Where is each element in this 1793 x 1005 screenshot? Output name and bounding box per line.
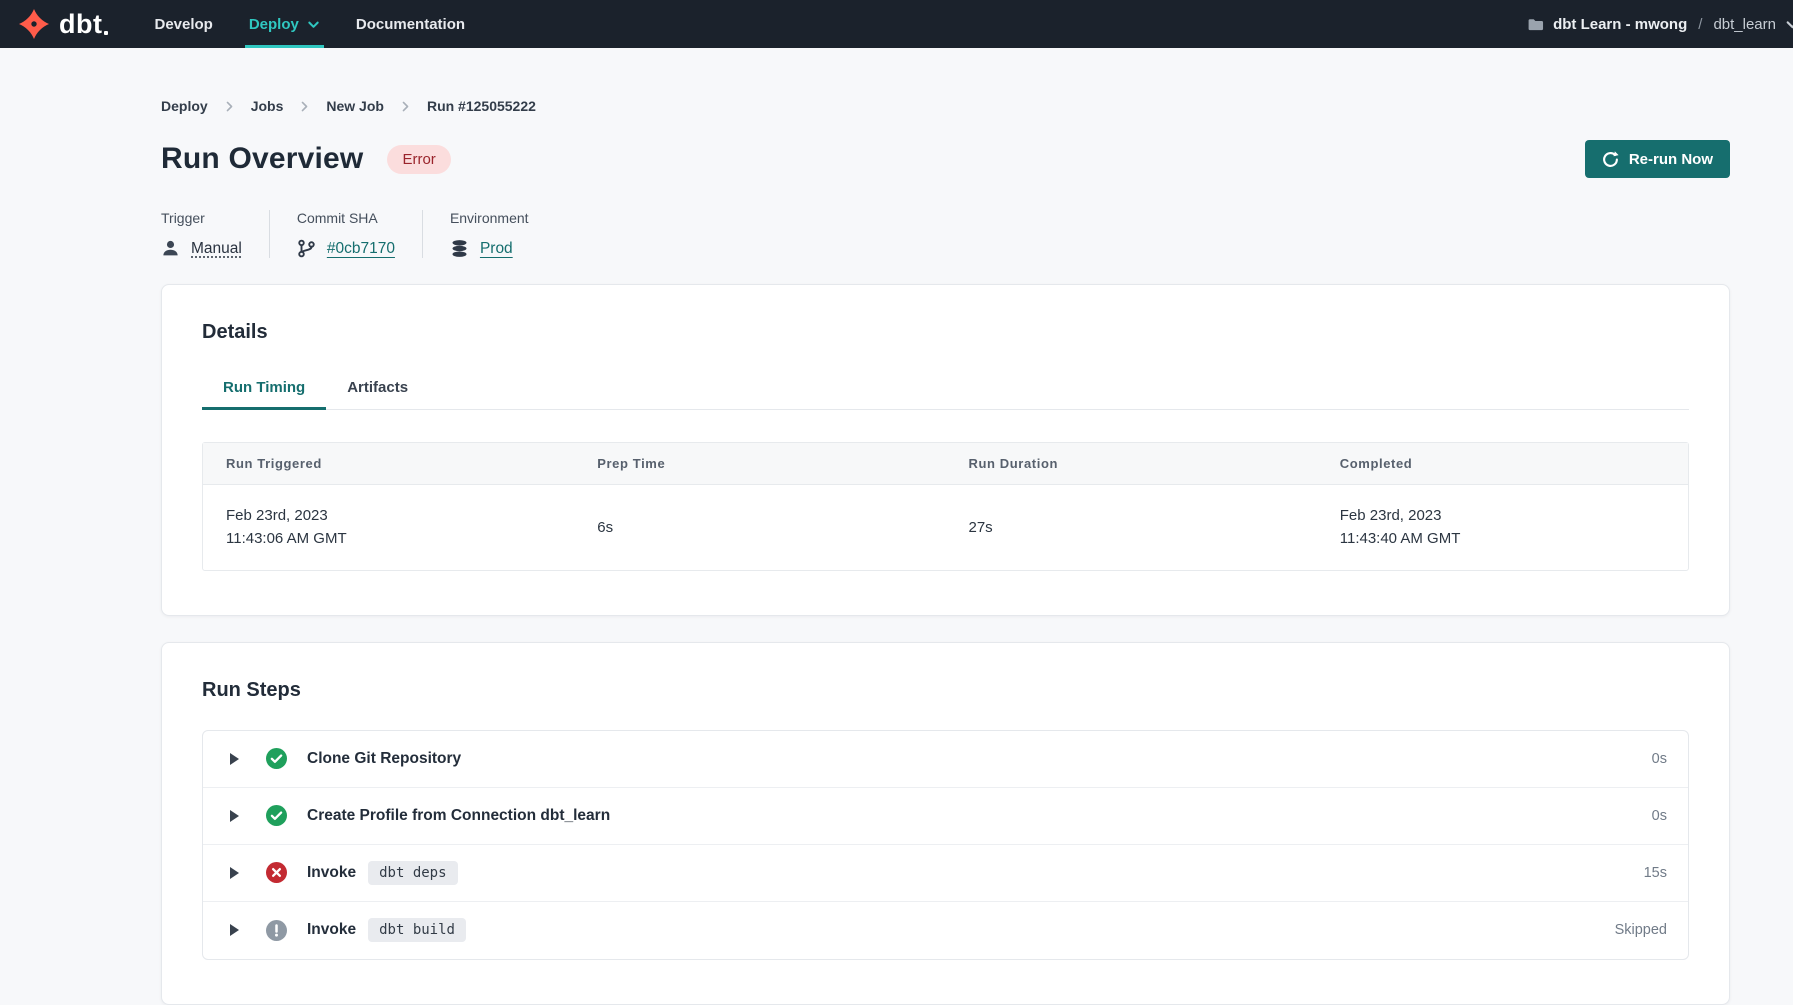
step-row-clone-git-repository[interactable]: Clone Git Repository 0s bbox=[203, 731, 1688, 788]
dbt-logo[interactable]: dbt bbox=[0, 0, 136, 48]
step-row-invoke-dbt-build[interactable]: Invoke dbt build Skipped bbox=[203, 902, 1688, 959]
nav-item-label: Deploy bbox=[249, 16, 299, 33]
success-check-icon bbox=[266, 748, 287, 769]
step-duration: 0s bbox=[1652, 751, 1667, 767]
run-steps-list: Clone Git Repository 0s Create Profile f… bbox=[202, 730, 1689, 960]
step-label: Create Profile from Connection dbt_learn bbox=[307, 807, 610, 825]
folder-icon bbox=[1527, 16, 1544, 33]
page-content: Deploy Jobs New Job Run #125055222 Run O… bbox=[161, 48, 1730, 1005]
title-row: Run Overview Error Re-run Now bbox=[161, 140, 1730, 178]
chevron-down-icon bbox=[307, 18, 320, 31]
breadcrumb-run-number[interactable]: Run #125055222 bbox=[427, 98, 536, 114]
nav-item-documentation[interactable]: Documentation bbox=[338, 0, 483, 48]
nav-spacer bbox=[483, 0, 1527, 48]
breadcrumb: Deploy Jobs New Job Run #125055222 bbox=[161, 48, 1730, 114]
cell-prep-time: 6s bbox=[574, 485, 945, 570]
account-project-name: dbt Learn - mwong bbox=[1553, 16, 1687, 33]
meta-trigger-value: Manual bbox=[191, 240, 242, 258]
breadcrumb-new-job[interactable]: New Job bbox=[326, 98, 384, 114]
run-steps-title: Run Steps bbox=[202, 679, 1689, 702]
page-title: Run Overview bbox=[161, 142, 363, 176]
column-header-completed: Completed bbox=[1317, 443, 1688, 485]
nav-links: Develop Deploy Documentation bbox=[136, 0, 483, 48]
step-row-create-profile[interactable]: Create Profile from Connection dbt_learn… bbox=[203, 788, 1688, 845]
dbt-logo-icon bbox=[18, 8, 50, 40]
refresh-icon bbox=[1602, 151, 1619, 168]
nav-item-label: Documentation bbox=[356, 16, 465, 33]
completed-time: 11:43:40 AM GMT bbox=[1340, 527, 1665, 550]
chevron-right-icon bbox=[223, 100, 236, 113]
tab-run-timing[interactable]: Run Timing bbox=[202, 368, 326, 410]
success-check-icon bbox=[266, 805, 287, 826]
nav-item-develop[interactable]: Develop bbox=[136, 0, 230, 48]
error-x-icon bbox=[266, 862, 287, 883]
meta-environment: Environment Prod bbox=[450, 210, 556, 258]
account-project-switcher[interactable]: dbt Learn - mwong / dbt_learn bbox=[1527, 0, 1793, 48]
run-steps-card: Run Steps Clone Git Repository 0s bbox=[161, 642, 1730, 1005]
column-header-run-triggered: Run Triggered bbox=[203, 443, 574, 485]
step-label: Clone Git Repository bbox=[307, 750, 461, 768]
tab-artifacts[interactable]: Artifacts bbox=[326, 368, 429, 410]
top-nav: dbt Develop Deploy Documentation dbt Lea… bbox=[0, 0, 1793, 48]
chevron-right-icon bbox=[399, 100, 412, 113]
column-header-run-duration: Run Duration bbox=[946, 443, 1317, 485]
run-meta: Trigger Manual Commit SHA bbox=[161, 210, 1730, 258]
caret-right-icon[interactable] bbox=[230, 867, 239, 879]
meta-trigger: Trigger Manual bbox=[161, 210, 270, 258]
column-header-prep-time: Prep Time bbox=[574, 443, 945, 485]
meta-environment-link[interactable]: Prod bbox=[480, 240, 513, 258]
meta-environment-label: Environment bbox=[450, 210, 529, 226]
caret-right-icon[interactable] bbox=[230, 924, 239, 936]
details-title: Details bbox=[202, 321, 1689, 344]
chevron-down-icon bbox=[1785, 17, 1793, 32]
details-tabs: Run Timing Artifacts bbox=[202, 368, 1689, 410]
skipped-exclamation-icon bbox=[266, 920, 287, 941]
breadcrumb-deploy[interactable]: Deploy bbox=[161, 98, 208, 114]
database-icon bbox=[450, 239, 469, 258]
nav-item-deploy[interactable]: Deploy bbox=[231, 0, 338, 48]
brand-wordmark: dbt bbox=[59, 9, 108, 40]
account-separator: / bbox=[1696, 16, 1704, 33]
cell-completed: Feb 23rd, 2023 11:43:40 AM GMT bbox=[1317, 485, 1688, 570]
meta-commit: Commit SHA #0cb7170 bbox=[297, 210, 423, 258]
meta-commit-link[interactable]: #0cb7170 bbox=[327, 240, 395, 258]
cell-run-triggered: Feb 23rd, 2023 11:43:06 AM GMT bbox=[203, 485, 574, 570]
caret-right-icon[interactable] bbox=[230, 810, 239, 822]
nav-item-label: Develop bbox=[154, 16, 212, 33]
chevron-right-icon bbox=[298, 100, 311, 113]
meta-trigger-label: Trigger bbox=[161, 210, 242, 226]
rerun-now-label: Re-run Now bbox=[1629, 151, 1713, 168]
rerun-now-button[interactable]: Re-run Now bbox=[1585, 140, 1730, 178]
person-icon bbox=[161, 239, 180, 258]
step-label: Invoke bbox=[307, 921, 356, 939]
step-row-invoke-dbt-deps[interactable]: Invoke dbt deps 15s bbox=[203, 845, 1688, 902]
step-label: Invoke bbox=[307, 864, 356, 882]
caret-right-icon[interactable] bbox=[230, 753, 239, 765]
breadcrumb-jobs[interactable]: Jobs bbox=[251, 98, 284, 114]
step-duration: Skipped bbox=[1615, 922, 1667, 938]
account-environment-name: dbt_learn bbox=[1713, 16, 1776, 33]
meta-commit-label: Commit SHA bbox=[297, 210, 395, 226]
step-duration: 15s bbox=[1644, 865, 1667, 881]
status-badge: Error bbox=[387, 145, 450, 174]
step-command-chip: dbt build bbox=[368, 918, 466, 942]
step-command-chip: dbt deps bbox=[368, 861, 457, 885]
run-triggered-time: 11:43:06 AM GMT bbox=[226, 527, 551, 550]
details-card: Details Run Timing Artifacts Run Trigger… bbox=[161, 284, 1730, 616]
completed-date: Feb 23rd, 2023 bbox=[1340, 504, 1665, 527]
run-triggered-date: Feb 23rd, 2023 bbox=[226, 504, 551, 527]
step-duration: 0s bbox=[1652, 808, 1667, 824]
git-branch-icon bbox=[297, 239, 316, 258]
table-row: Feb 23rd, 2023 11:43:06 AM GMT 6s 27s Fe… bbox=[203, 485, 1688, 570]
cell-run-duration: 27s bbox=[946, 485, 1317, 570]
run-timing-table: Run Triggered Prep Time Run Duration Com… bbox=[202, 442, 1689, 571]
